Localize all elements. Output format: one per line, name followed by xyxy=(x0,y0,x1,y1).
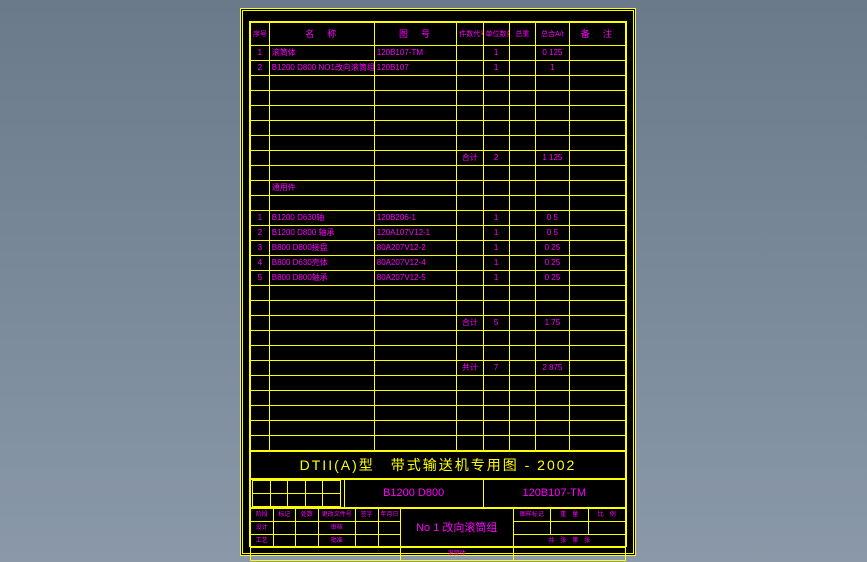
sheet-title: DTII(A)型 带式输送机专用图 - 2002 xyxy=(251,452,626,479)
col-name: 名 称 xyxy=(269,23,374,46)
spec-value: B1200 D800 xyxy=(344,480,483,508)
title-band: DTII(A)型 带式输送机专用图 - 2002 xyxy=(250,451,626,479)
table-row: 3 B800 D800接盘 80A207V12-2 1 0 25 xyxy=(251,241,626,256)
table-row: 5 B800 D800轴承 80A207V12-5 1 0 25 xyxy=(251,271,626,286)
subtotal-row: 合计 2 1 125 xyxy=(251,151,626,166)
section-label-row: 通用件 xyxy=(251,181,626,196)
table-row: 1 滚筒体 120B107-TM 1 0 125 xyxy=(251,46,626,61)
footer-block: 阶段 标记 处数 更改文件号 签字 年月日 No 1 改向滚筒组 图样标记 重 … xyxy=(250,508,626,561)
drawing-sheet: 序号 名 称 图 号 件数代号 单位数量 总重 总合A/t 备 注 1 滚筒体 … xyxy=(240,8,636,556)
subtotal-row: 合计 5 1 75 xyxy=(251,316,626,331)
col-index: 序号 xyxy=(251,23,270,46)
col-drawing: 图 号 xyxy=(374,23,457,46)
table-row: 1 B1200 D630轴 120B206-1 1 0 5 xyxy=(251,211,626,226)
col-code: 件数代号 xyxy=(457,23,483,46)
grandtotal-row: 共计 7 2 875 xyxy=(251,361,626,376)
col-qty: 单位数量 xyxy=(483,23,509,46)
table-row: 4 B800 D630壳体 80A207V12-4 1 0 25 xyxy=(251,256,626,271)
table-row: 2 B1200 D800 NO1改向滚筒组 120B107 1 1 xyxy=(251,61,626,76)
code-value: 120B107-TM xyxy=(483,480,626,508)
col-remark: 备 注 xyxy=(569,23,625,46)
spec-band: B1200 D800 120B107-TM xyxy=(250,479,626,508)
part-name: No 1 改向滚筒组 xyxy=(401,509,514,548)
drawing-frame: 序号 名 称 图 号 件数代号 单位数量 总重 总合A/t 备 注 1 滚筒体 … xyxy=(249,21,627,547)
bom-table: 序号 名 称 图 号 件数代号 单位数量 总重 总合A/t 备 注 1 滚筒体 … xyxy=(250,22,626,451)
col-wt: 总重 xyxy=(509,23,535,46)
table-row: 2 B1200 D800 轴承 120A107V12-1 1 0 5 xyxy=(251,226,626,241)
header-row: 序号 名 称 图 号 件数代号 单位数量 总重 总合A/t 备 注 xyxy=(251,23,626,46)
col-total: 总合A/t xyxy=(536,23,570,46)
spec-left-grid xyxy=(251,480,345,508)
